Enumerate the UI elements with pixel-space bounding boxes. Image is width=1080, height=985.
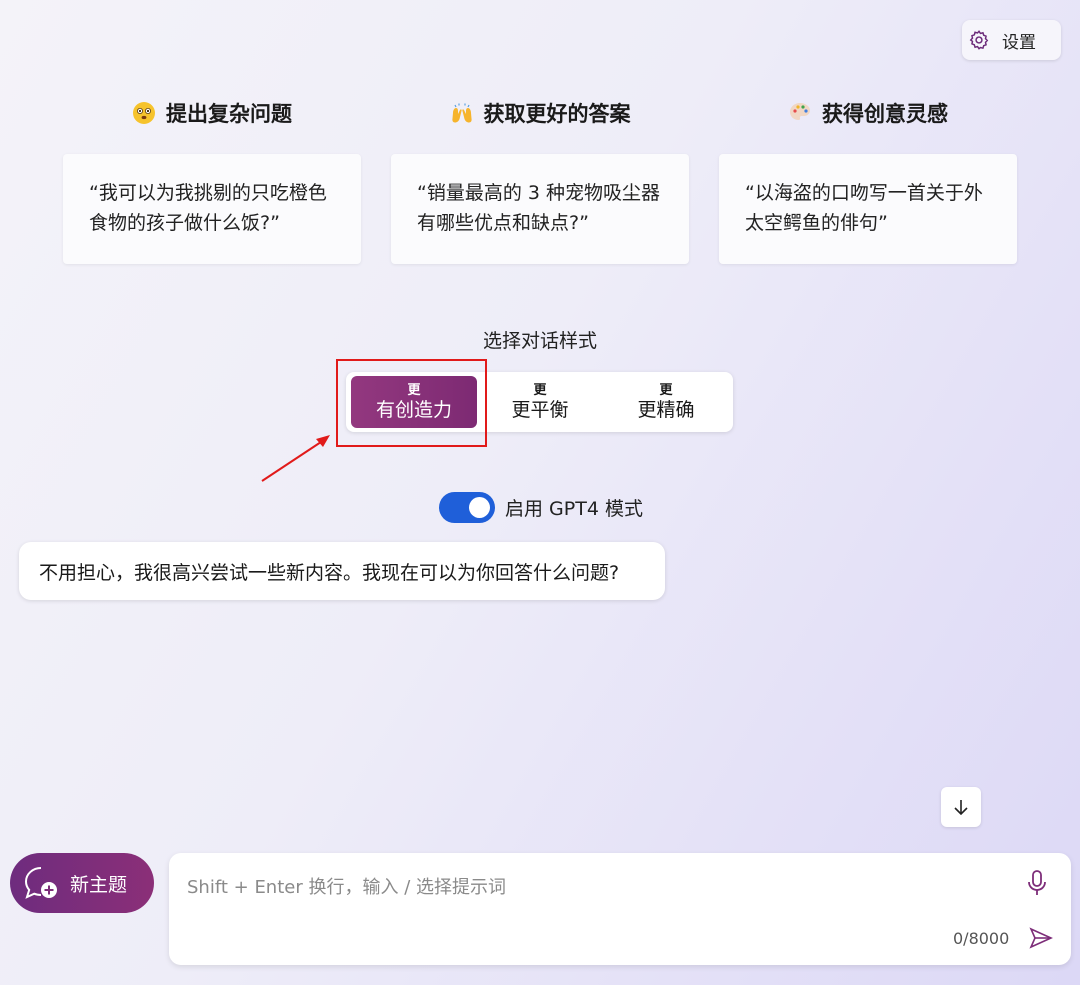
gear-icon [969,30,989,50]
gpt4-toggle[interactable] [439,492,495,523]
gpt4-toggle-row: 启用 GPT4 模式 [439,492,643,523]
new-topic-label: 新主题 [70,873,128,896]
example-card[interactable]: “以海盗的口吻写一首关于外太空鳄鱼的俳句” [719,154,1017,264]
settings-label: 设置 [1002,32,1036,53]
settings-button[interactable]: 设置 [962,20,1061,60]
new-topic-button[interactable]: 新主题 [10,853,154,913]
feature-better-answers: 获取更好的答案 [391,96,689,130]
style-option-balanced[interactable]: 更 更平衡 [477,376,603,428]
annotation-highlight-box [336,359,487,447]
arrow-down-icon [954,800,968,816]
chat-input[interactable] [187,873,1007,913]
microphone-icon[interactable] [1026,869,1048,897]
feature-title: 提出复杂问题 [166,102,292,126]
thinking-face-icon [133,102,155,124]
message-text: 不用担心，我很高兴尝试一些新内容。我现在可以为你回答什么问题? [39,561,620,584]
chat-input-box: 0/8000 [169,853,1071,965]
feature-creative-inspiration: 获得创意灵感 [719,96,1017,130]
raised-hands-icon [451,103,472,123]
feature-title: 获得创意灵感 [822,102,948,126]
style-option-prefix: 更 [659,382,673,398]
example-card[interactable]: “销量最高的 3 种宠物吸尘器有哪些优点和缺点?” [391,154,689,264]
gpt4-toggle-label: 启用 GPT4 模式 [505,498,643,520]
feature-complex-questions: 提出复杂问题 [63,96,361,130]
assistant-message: 不用担心，我很高兴尝试一些新内容。我现在可以为你回答什么问题? [19,542,665,600]
style-option-label: 更精确 [637,398,695,421]
example-card[interactable]: “我可以为我挑剔的只吃橙色食物的孩子做什么饭?” [63,154,361,264]
scroll-down-button[interactable] [941,787,981,827]
palette-icon [790,103,810,120]
style-option-label: 更平衡 [511,398,569,421]
toggle-knob [469,497,490,518]
new-chat-icon [24,867,57,899]
annotation-arrow-icon [261,435,330,482]
style-option-precise[interactable]: 更 更精确 [603,376,729,428]
feature-title: 获取更好的答案 [483,102,631,126]
send-icon[interactable] [1029,927,1053,949]
char-counter: 0/8000 [953,929,1010,948]
conversation-style-label: 选择对话样式 [482,330,597,352]
style-option-prefix: 更 [533,382,547,398]
